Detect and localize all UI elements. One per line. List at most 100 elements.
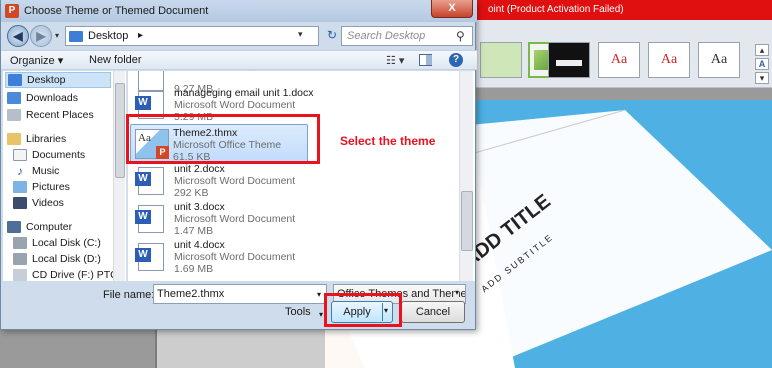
file-name-dropdown-icon[interactable]: ▾ [317,290,321,299]
desktop-folder-icon [69,31,83,42]
recent-places-icon [7,109,21,121]
nav-item-label: Pictures [32,181,70,193]
ribbon-scroll-up[interactable]: ▴ [755,44,769,56]
preview-pane-icon[interactable] [419,54,432,66]
address-location[interactable]: Desktop [88,30,128,42]
tools-button[interactable]: Tools [285,306,311,318]
nav-item-label: Computer [26,221,73,233]
navigation-scroll-thumb[interactable] [115,83,125,178]
documents-icon [13,149,27,161]
file-list-scroll-thumb[interactable] [461,191,473,251]
file-size: 1.69 MB [174,263,214,275]
change-view-icon[interactable]: ☷ ▾ [386,54,404,67]
annotation-select-the-theme: Select the theme [340,134,436,148]
file-name-label: File name: [103,289,155,301]
file-name: unit 4.docx [174,239,225,251]
ribbon-more-icon[interactable]: ▾ [755,72,769,84]
address-row: ◀ ▶ ▾ Desktop ▸ ▾ ↻ Search Desktop ⚲ [1,22,477,50]
downloads-icon [7,92,21,104]
nav-item-computer[interactable]: Computer [7,219,72,235]
file-item[interactable]: W unit 3.docx Microsoft Word Document 1.… [132,199,312,239]
nav-item-local-disk-c[interactable]: Local Disk (C:) [13,235,101,251]
music-icon: ♪ [17,164,23,178]
file-name-value: Theme2.thmx [157,288,225,300]
nav-item-recent-places[interactable]: Recent Places [7,107,94,123]
nav-item-label: Local Disk (C:) [32,237,101,249]
word-document-icon: W [135,243,164,271]
theme-thumb-aa-2[interactable]: Aa [648,42,690,78]
file-name-field[interactable]: Theme2.thmx [153,284,327,304]
nav-item-libraries[interactable]: Libraries [7,131,66,147]
libraries-icon [7,133,21,145]
tools-dropdown-icon[interactable]: ▾ [319,310,323,319]
file-name: unit 3.docx [174,201,225,213]
computer-icon [7,221,21,233]
search-placeholder: Search Desktop [347,30,426,42]
organize-button[interactable]: Organize ▾ [10,54,63,67]
nav-item-label: Desktop [27,74,66,86]
help-icon[interactable]: ? [449,53,463,67]
address-dropdown-icon[interactable]: ▾ [298,29,303,40]
highlight-apply-button [324,293,402,327]
back-arrow-icon[interactable]: ◀ [7,25,29,47]
nav-item-label: Local Disk (D:) [32,253,101,265]
cd-drive-icon [13,269,27,281]
close-button[interactable]: X [431,0,473,18]
word-document-icon: W [135,167,164,195]
nav-item-label: Documents [32,149,86,161]
nav-item-label: CD Drive (F:) PTC [32,269,118,281]
file-size: 1.47 MB [174,225,214,237]
file-item[interactable]: W unit 4.docx Microsoft Word Document 1.… [132,237,312,277]
nav-item-local-disk-d[interactable]: Local Disk (D:) [13,251,101,267]
powerpoint-title: oint (Product Activation Failed) [488,4,624,15]
dialog-titlebar: P Choose Theme or Themed Document X [1,0,477,22]
navigation-scrollbar[interactable] [113,71,125,281]
nav-item-label: Videos [32,197,64,209]
file-type-dropdown-icon[interactable]: ▾ [455,288,460,297]
nav-item-videos[interactable]: Videos [13,195,64,211]
dialog-title: Choose Theme or Themed Document [24,5,209,17]
new-folder-button[interactable]: New folder [89,54,142,66]
nav-item-desktop[interactable]: Desktop [5,72,111,88]
file-type: Microsoft Word Document [174,99,296,111]
recent-locations-dropdown-icon[interactable]: ▾ [55,31,59,40]
forward-arrow-icon[interactable]: ▶ [30,25,52,47]
nav-item-cd-drive[interactable]: CD Drive (F:) PTC [13,267,118,281]
file-type: Microsoft Word Document [174,251,296,263]
powerpoint-app-icon: P [5,4,19,18]
file-size: 292 KB [174,187,209,199]
nav-item-downloads[interactable]: Downloads [7,90,78,106]
desktop-icon [8,74,22,86]
file-type: Microsoft Word Document [174,175,296,187]
file-item[interactable]: W unit 2.docx Microsoft Word Document 29… [132,161,312,201]
theme-thumb-dark[interactable] [548,42,590,78]
nav-item-label: Music [32,165,60,177]
ribbon-font-icon[interactable]: A [755,58,769,70]
theme-thumb-aa-1[interactable]: Aa [598,42,640,78]
file-name: unit 2.docx [174,163,225,175]
file-type: Microsoft Word Document [174,213,296,225]
theme-thumb-aa-3[interactable]: Aa [698,42,740,78]
navigation-pane: Desktop Downloads Recent Places Librarie… [3,71,127,281]
nav-item-music[interactable]: ♪ Music [13,163,59,179]
nav-item-label: Downloads [26,92,78,104]
word-document-icon: W [135,205,164,233]
theme-thumb-green[interactable] [480,42,522,78]
hard-disk-icon [13,237,27,249]
search-input[interactable]: Search Desktop ⚲ [341,26,473,46]
file-list-scrollbar[interactable] [459,71,473,281]
choose-theme-dialog: P Choose Theme or Themed Document X ◀ ▶ … [0,0,477,330]
highlight-theme-file [126,114,320,164]
nav-item-documents[interactable]: Documents [13,147,85,163]
address-chevron-icon[interactable]: ▸ [138,30,143,41]
file-list: 9.27 MB W manageging email unit 1.docx M… [128,71,475,281]
nav-item-label: Recent Places [26,109,94,121]
hard-disk-icon [13,253,27,265]
cancel-button[interactable]: Cancel [401,301,465,323]
dialog-toolbar: Organize ▾ New folder ☷ ▾ ? [1,50,477,70]
refresh-icon[interactable]: ↻ [323,26,341,46]
nav-item-pictures[interactable]: Pictures [13,179,70,195]
address-bar[interactable]: Desktop ▸ ▾ [65,26,319,46]
pictures-icon [13,181,27,193]
search-icon[interactable]: ⚲ [456,29,465,43]
